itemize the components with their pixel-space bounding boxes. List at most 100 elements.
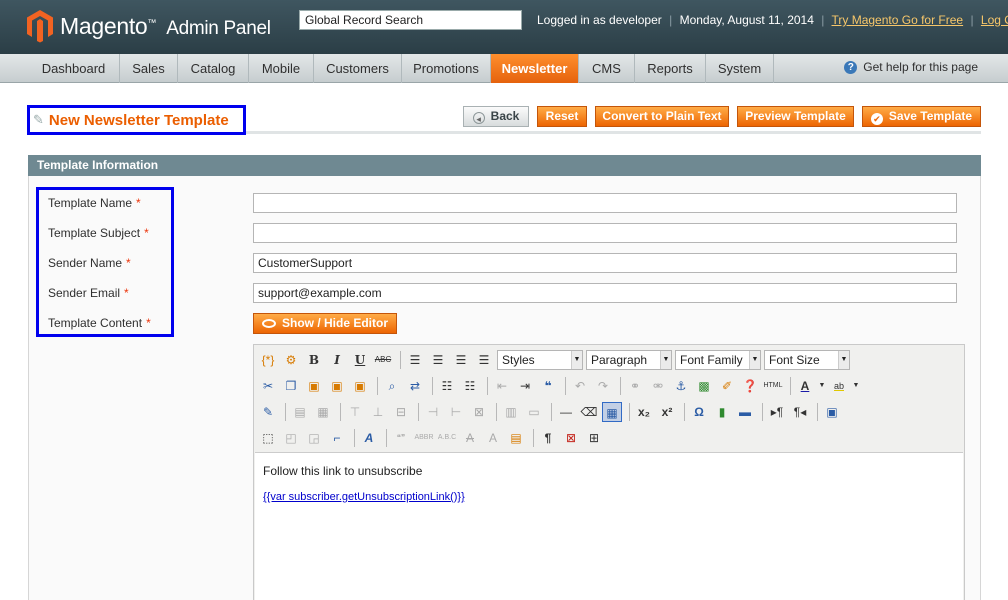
split-cells-icon[interactable]: ▥ [501,402,521,422]
template-name-field[interactable] [253,193,957,213]
redo-icon[interactable]: ↷ [593,376,613,396]
back-button[interactable]: ◂ Back [463,106,529,127]
logout-link[interactable]: Log Out [981,13,1008,27]
paste-text-icon[interactable]: ▣ [327,376,347,396]
indent-icon[interactable]: ⇥ [515,376,535,396]
font-size-select[interactable]: Font Size ▼ [764,350,850,370]
superscript-icon[interactable]: x² [657,402,677,422]
chevron-down-icon[interactable]: ▼ [818,376,826,396]
cleanup-icon[interactable]: ✐ [717,376,737,396]
text-color-icon[interactable]: A [795,376,815,396]
attributes-icon[interactable]: ▤ [506,428,526,448]
outdent-icon[interactable]: ⇤ [492,376,512,396]
preview-template-button[interactable]: Preview Template [737,106,854,127]
italic-icon[interactable]: I [327,350,347,370]
remove-format-icon[interactable]: ⌫ [579,402,599,422]
media-icon[interactable]: ▮ [712,402,732,422]
sender-name-field[interactable]: CustomerSupport [253,253,957,273]
bullet-list-icon[interactable]: ☷ [437,376,457,396]
unsubscribe-variable-link[interactable]: {{var subscriber.getUnsubscriptionLink()… [263,491,955,503]
insert-widget-icon[interactable]: ⚙ [281,350,301,370]
sender-email-field[interactable]: support@example.com [253,283,957,303]
insert-layer-icon[interactable]: ⬚ [258,428,278,448]
unlink-icon[interactable]: ⚮ [648,376,668,396]
rtl-icon[interactable]: ¶◂ [790,402,810,422]
convert-to-plain-text-button[interactable]: Convert to Plain Text [595,106,729,127]
table-cell-props-icon[interactable]: ▦ [313,402,333,422]
nav-dashboard[interactable]: Dashboard [28,54,120,83]
visual-aid-icon[interactable]: ▦ [602,402,622,422]
chevron-down-icon[interactable]: ▼ [852,376,860,396]
nav-promotions[interactable]: Promotions [402,54,491,83]
background-color-icon[interactable]: ab [829,376,849,396]
nav-catalog[interactable]: Catalog [178,54,249,83]
reset-button[interactable]: Reset [537,106,587,127]
show-blocks-icon[interactable]: ¶ [538,428,558,448]
styles-select[interactable]: Styles ▼ [497,350,583,370]
ltr-icon[interactable]: ▸¶ [767,402,787,422]
cut-icon[interactable]: ✂ [258,376,278,396]
page-break-icon[interactable]: ⊞ [584,428,604,448]
move-backward-icon[interactable]: ◲ [304,428,324,448]
fullscreen-icon[interactable]: ▣ [822,402,842,422]
bold-icon[interactable]: B [304,350,324,370]
nav-reports[interactable]: Reports [635,54,706,83]
absolute-position-icon[interactable]: ⌐ [327,428,347,448]
nav-system[interactable]: System [706,54,774,83]
nav-newsletter[interactable]: Newsletter [491,54,579,83]
format-select[interactable]: Paragraph ▼ [586,350,672,370]
nav-sales[interactable]: Sales [120,54,178,83]
save-template-button[interactable]: ✔ Save Template [862,106,981,127]
html-source-icon[interactable]: HTML [763,376,783,396]
numbered-list-icon[interactable]: ☷ [460,376,480,396]
insert-variable-icon[interactable]: {*} [258,350,278,370]
strikethrough-icon[interactable]: ABC [373,350,393,370]
advanced-hr-icon[interactable]: ▬ [735,402,755,422]
copy-icon[interactable]: ❐ [281,376,301,396]
align-justify-icon[interactable]: ☰ [474,350,494,370]
merge-cells-icon[interactable]: ▭ [524,402,544,422]
anchor-icon[interactable]: ⚓ [671,376,691,396]
edit-css-style-icon[interactable]: ✎ [258,402,278,422]
style-props-icon[interactable]: A [359,428,379,448]
magento-logo[interactable]: Magento™ Admin Panel [26,9,271,43]
help-circle-icon[interactable]: ❓ [740,376,760,396]
try-magento-go-link[interactable]: Try Magento Go for Free [832,13,964,27]
insert-col-before-icon[interactable]: ⊣ [423,402,443,422]
global-search-input[interactable]: Global Record Search [299,10,522,30]
deletion-icon[interactable]: A [460,428,480,448]
abbreviation-icon[interactable]: ABBR [414,428,434,448]
replace-icon[interactable]: ⇄ [405,376,425,396]
align-left-icon[interactable]: ☰ [405,350,425,370]
font-family-select[interactable]: Font Family ▼ [675,350,761,370]
find-icon[interactable]: ⌕ [382,376,402,396]
link-icon[interactable]: ⚭ [625,376,645,396]
nav-mobile[interactable]: Mobile [249,54,314,83]
delete-row-icon[interactable]: ⊟ [391,402,411,422]
nonbreaking-space-icon[interactable]: ⊠ [561,428,581,448]
template-subject-field[interactable] [253,223,957,243]
insert-row-after-icon[interactable]: ⊥ [368,402,388,422]
insert-col-after-icon[interactable]: ⊢ [446,402,466,422]
insert-row-before-icon[interactable]: ⊤ [345,402,365,422]
help-link[interactable]: ? Get help for this page [844,60,978,74]
special-char-icon[interactable]: Ω [689,402,709,422]
show-hide-editor-button[interactable]: Show / Hide Editor [253,313,397,334]
undo-icon[interactable]: ↶ [570,376,590,396]
nav-cms[interactable]: CMS [579,54,635,83]
editor-content-area[interactable]: Follow this link to unsubscribe {{var su… [255,452,963,600]
image-icon[interactable]: ▩ [694,376,714,396]
delete-col-icon[interactable]: ⊠ [469,402,489,422]
cite-icon[interactable]: ❝❞ [391,428,411,448]
paste-icon[interactable]: ▣ [304,376,324,396]
blockquote-icon[interactable]: ❝ [538,376,558,396]
align-right-icon[interactable]: ☰ [451,350,471,370]
table-row-props-icon[interactable]: ▤ [290,402,310,422]
insertion-icon[interactable]: A [483,428,503,448]
nav-customers[interactable]: Customers [314,54,402,83]
underline-icon[interactable]: U [350,350,370,370]
acronym-icon[interactable]: A.B.C [437,428,457,448]
align-center-icon[interactable]: ☰ [428,350,448,370]
horizontal-rule-icon[interactable]: — [556,402,576,422]
paste-word-icon[interactable]: ▣ [350,376,370,396]
